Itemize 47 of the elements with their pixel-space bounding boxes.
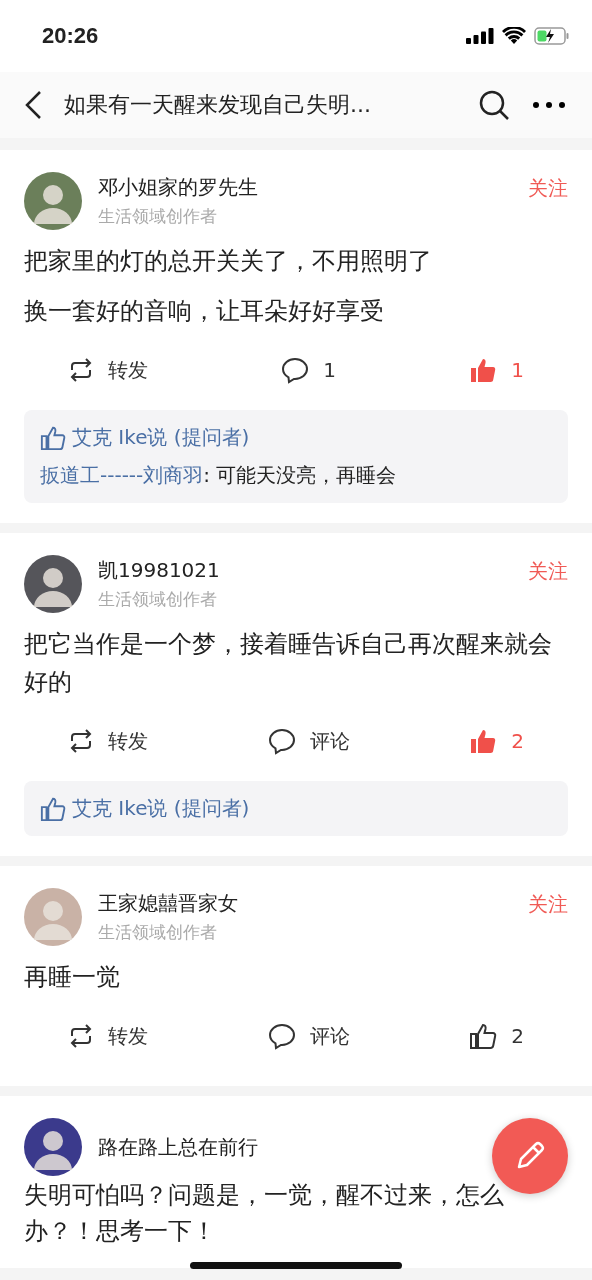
search-icon[interactable] <box>478 89 510 121</box>
author-name[interactable]: 王家媳囍晋家女 <box>98 890 238 917</box>
like-button[interactable]: 2 <box>465 1018 528 1054</box>
author-role: 生活领域创作者 <box>98 205 217 228</box>
author-name[interactable]: 凯19981021 <box>98 557 220 584</box>
comment-icon <box>267 1022 296 1050</box>
thumbs-up-icon <box>40 795 66 822</box>
share-button[interactable]: 转发 <box>64 352 152 388</box>
repost-icon <box>68 357 94 383</box>
like-button[interactable]: 2 <box>465 723 528 759</box>
author-name[interactable]: 路在路上总在前行 <box>98 1133 258 1161</box>
wifi-icon <box>502 27 526 45</box>
author-role: 生活领域创作者 <box>98 921 217 944</box>
reply-author-link[interactable]: 扳道工------刘商羽 <box>40 463 204 487</box>
upvoter-link[interactable]: 艾克 Ike说 (提问者) <box>72 795 250 822</box>
comment-icon <box>281 356 310 384</box>
comment-icon <box>267 727 296 755</box>
more-icon[interactable] <box>532 101 566 109</box>
signal-icon <box>466 28 494 44</box>
answer-text: 办？！思考一下！ <box>24 1216 217 1247</box>
share-button[interactable]: 转发 <box>64 1018 152 1054</box>
thumbs-up-icon <box>469 356 498 384</box>
avatar[interactable] <box>24 1118 82 1176</box>
repost-icon <box>68 1023 94 1049</box>
reply-text: : 可能天没亮，再睡会 <box>203 463 397 487</box>
comment-button[interactable]: 评论 <box>263 723 354 759</box>
thumbs-up-icon <box>40 424 66 451</box>
page-title: 如果有一天醒来发现自己失明... <box>64 91 372 119</box>
comment-button[interactable]: 1 <box>277 352 340 388</box>
back-icon[interactable] <box>24 90 42 120</box>
upvoter-link[interactable]: 艾克 Ike说 (提问者) <box>72 424 250 451</box>
like-button[interactable]: 1 <box>465 352 528 388</box>
share-button[interactable]: 转发 <box>64 723 152 759</box>
answer-text: 失明可怕吗？问题是，一觉，醒不过来，怎么 <box>24 1180 505 1211</box>
avatar[interactable] <box>24 172 82 230</box>
status-time: 20:26 <box>42 23 99 49</box>
answer-text: 换一套好的音响，让耳朵好好享受 <box>24 296 385 327</box>
answer-text: 把它当作是一个梦，接着睡告诉自己再次醒来就会好的 <box>24 629 553 698</box>
answer-text: 把家里的灯的总开关关了，不用照明了 <box>24 246 433 277</box>
avatar[interactable] <box>24 555 82 613</box>
repost-icon <box>68 728 94 754</box>
comment-button[interactable]: 评论 <box>263 1018 354 1054</box>
author-name[interactable]: 邓小姐家的罗先生 <box>98 174 258 201</box>
answer-text: 再睡一觉 <box>24 962 121 993</box>
thumbs-up-icon <box>469 727 498 755</box>
thumbs-up-icon <box>469 1022 498 1050</box>
author-role: 生活领域创作者 <box>98 588 217 611</box>
